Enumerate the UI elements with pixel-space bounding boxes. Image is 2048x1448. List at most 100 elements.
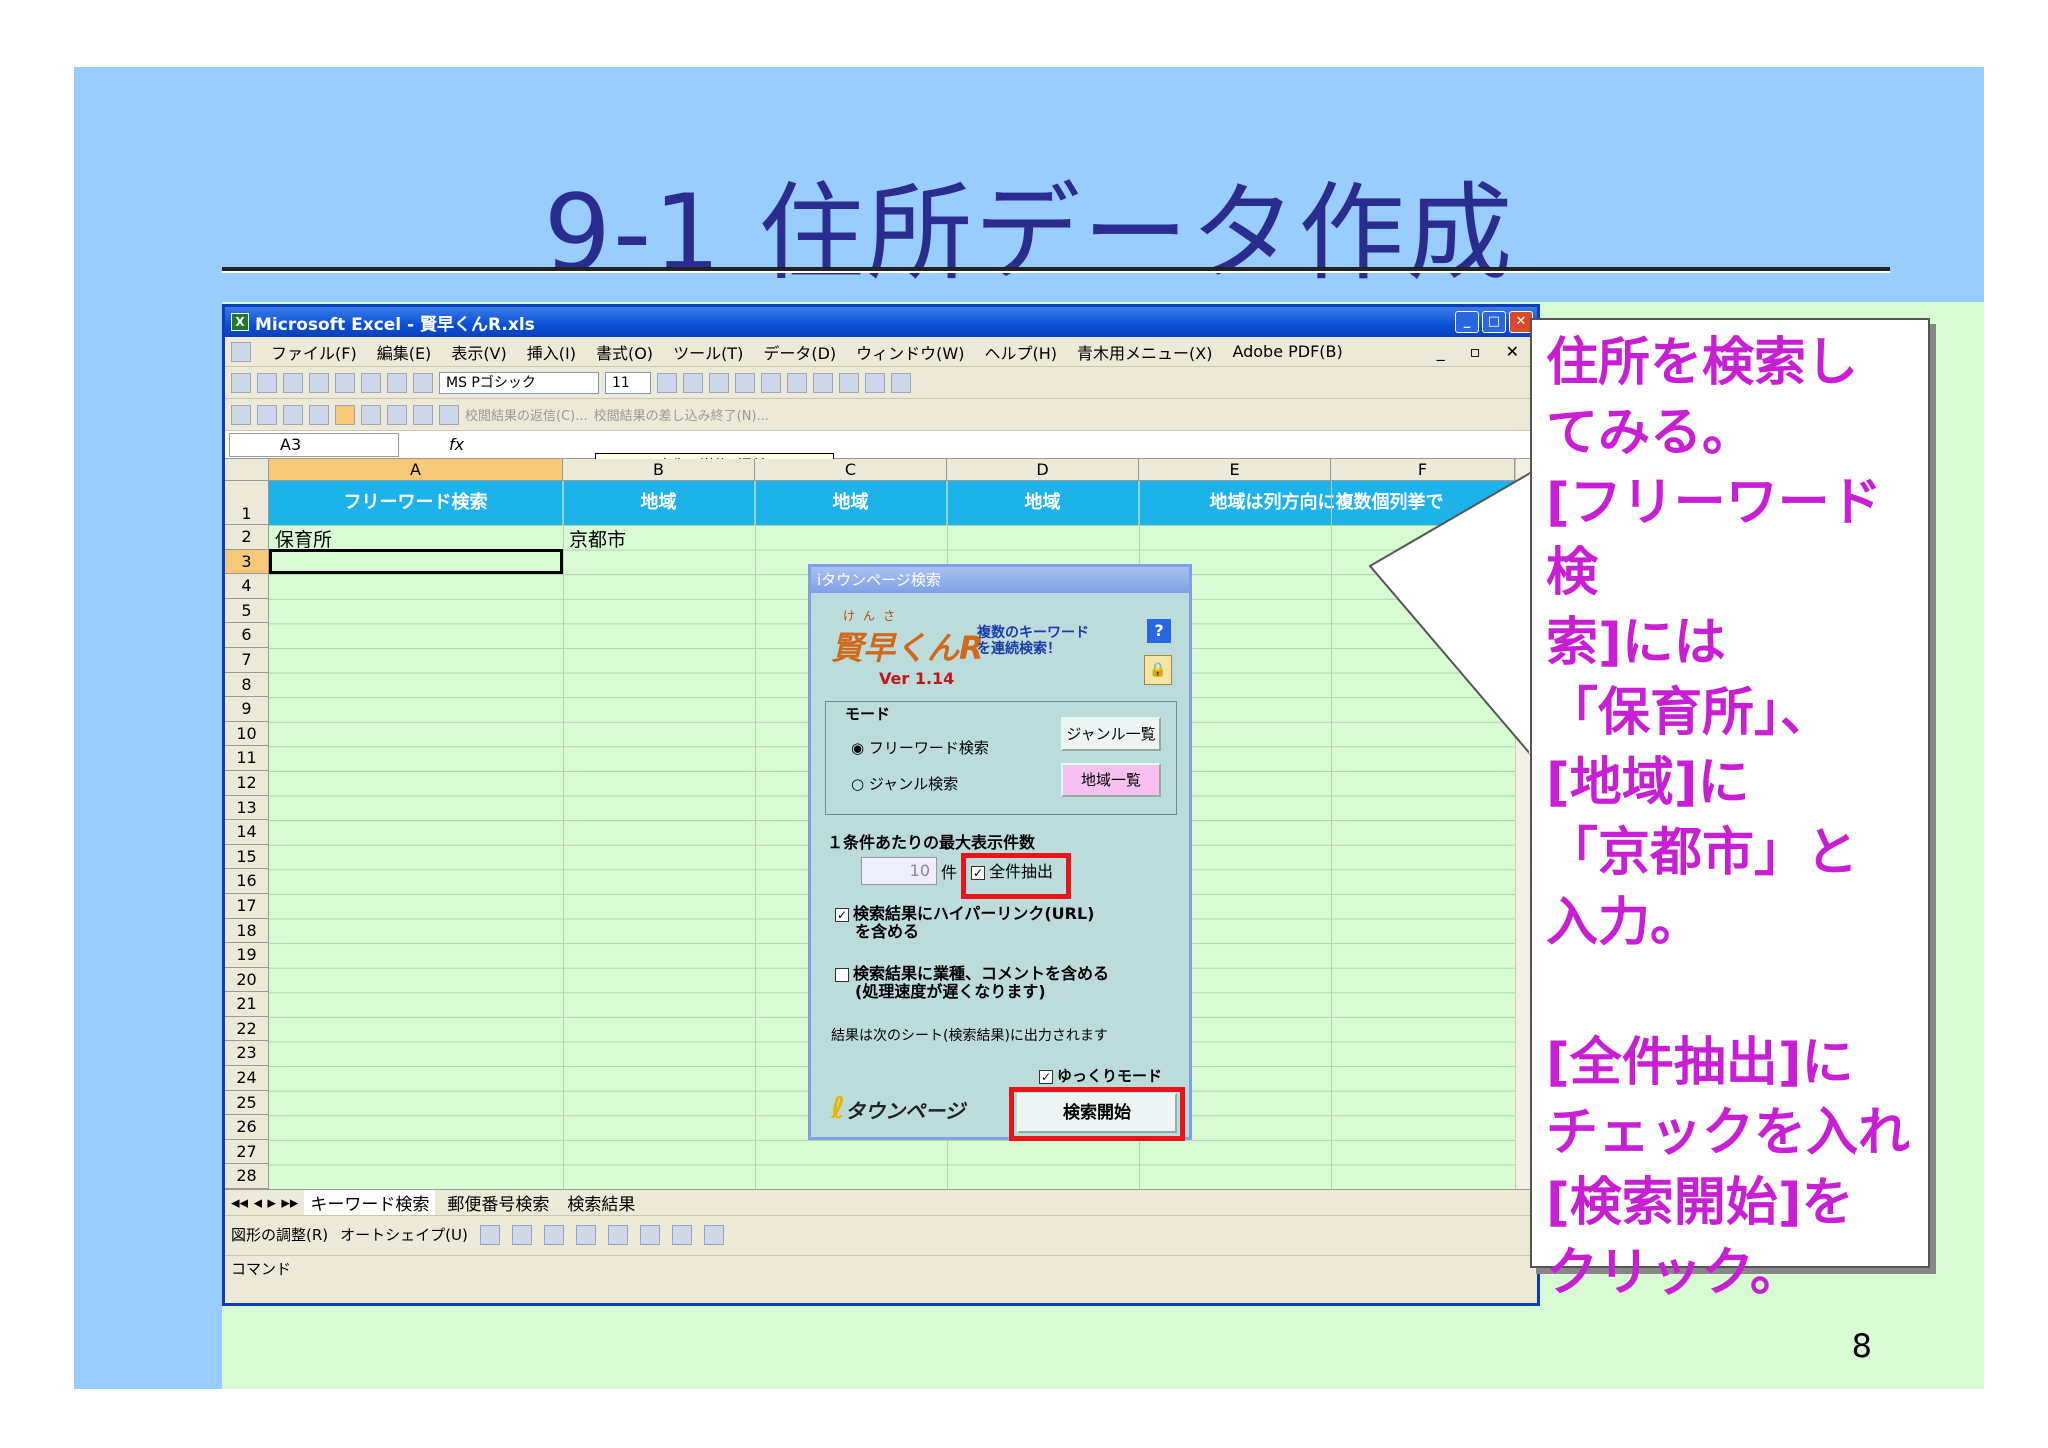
row-header[interactable]: 11 xyxy=(225,746,269,771)
row-header[interactable]: 9 xyxy=(225,697,269,722)
sheet-nav-icons[interactable]: ◂◂ ◂ ▸ ▸▸ xyxy=(231,1193,298,1213)
menu-adobe-pdf[interactable]: Adobe PDF(B) xyxy=(1232,342,1342,361)
corner-cell[interactable] xyxy=(225,459,269,480)
row-header[interactable]: 15 xyxy=(225,844,269,870)
mdi-controls[interactable]: _ ▫ ✕ xyxy=(1437,342,1529,361)
row-header[interactable]: 22 xyxy=(225,1016,269,1042)
header-cell-a1[interactable]: フリーワード検索 xyxy=(269,481,563,525)
sheet-tab-keyword[interactable]: キーワード検索 xyxy=(304,1189,436,1216)
row-header[interactable]: 24 xyxy=(225,1066,269,1091)
row-header[interactable]: 12 xyxy=(225,770,269,796)
header-cell-b1[interactable]: 地域 xyxy=(563,481,755,525)
save-icon[interactable] xyxy=(283,372,303,393)
autoshape-button[interactable]: オートシェイプ(U) xyxy=(340,1224,468,1245)
active-cell-a3[interactable] xyxy=(269,549,563,574)
sum-icon[interactable] xyxy=(387,372,407,393)
row-header[interactable]: 14 xyxy=(225,820,269,845)
align-right-icon[interactable] xyxy=(787,372,807,393)
end-review-button[interactable]: 校閲結果の差し込み終了(N)... xyxy=(594,405,769,424)
row-header[interactable]: 3 xyxy=(225,549,269,575)
column-header-b[interactable]: B xyxy=(563,459,755,480)
row-header[interactable]: 1 xyxy=(225,481,269,525)
menu-view[interactable]: 表示(V) xyxy=(451,340,506,364)
review-icon-1[interactable] xyxy=(231,404,251,425)
row-header[interactable]: 2 xyxy=(225,525,269,550)
radio-free-word[interactable]: ◉ フリーワード検索 xyxy=(851,737,989,758)
row-header[interactable]: 8 xyxy=(225,672,269,698)
rectangle-icon[interactable] xyxy=(543,1224,564,1245)
menu-help[interactable]: ヘルプ(H) xyxy=(984,340,1057,364)
row-header[interactable]: 19 xyxy=(225,943,269,968)
area-list-button[interactable]: 地域一覧 xyxy=(1061,763,1161,797)
print-icon[interactable] xyxy=(309,372,329,393)
row-header[interactable]: 23 xyxy=(225,1041,269,1067)
reply-review-button[interactable]: 校閲結果の返信(C)... xyxy=(465,405,588,424)
review-icon-6[interactable] xyxy=(387,404,407,425)
help-icon[interactable] xyxy=(413,372,433,393)
font-name-select[interactable]: MS Pゴシック xyxy=(439,371,599,394)
menu-tools[interactable]: ツール(T) xyxy=(673,340,743,364)
draw-menu-button[interactable]: 図形の調整(R) xyxy=(231,1224,328,1245)
max-results-input[interactable]: 10 xyxy=(861,857,937,885)
menu-insert[interactable]: 挿入(I) xyxy=(527,340,576,364)
fill-icon[interactable] xyxy=(639,1224,660,1245)
send-mail-icon[interactable] xyxy=(439,404,459,425)
borders-icon[interactable] xyxy=(839,372,859,393)
paste-icon[interactable] xyxy=(335,372,355,393)
review-icon-4[interactable] xyxy=(309,404,329,425)
undo-icon[interactable] xyxy=(361,372,381,393)
merge-icon[interactable] xyxy=(813,372,833,393)
row-header[interactable]: 18 xyxy=(225,918,269,944)
menu-aoki[interactable]: 青木用メニュー(X) xyxy=(1077,340,1212,364)
cell-b2[interactable]: 京都市 xyxy=(569,525,626,552)
menu-data[interactable]: データ(D) xyxy=(763,340,836,364)
row-header[interactable]: 25 xyxy=(225,1090,269,1116)
arrow-icon[interactable] xyxy=(511,1224,532,1245)
menu-format[interactable]: 書式(O) xyxy=(596,340,653,364)
comment-checkbox[interactable]: 検索結果に業種、コメントを含める (処理速度が遅くなります) xyxy=(835,965,1109,1001)
help-icon[interactable]: ? xyxy=(1147,619,1171,643)
line-icon[interactable] xyxy=(479,1224,500,1245)
open-icon[interactable] xyxy=(257,372,277,393)
row-header[interactable]: 21 xyxy=(225,992,269,1017)
maximize-icon[interactable]: □ xyxy=(1482,311,1506,333)
header-cell-c1[interactable]: 地域 xyxy=(755,481,947,525)
row-header[interactable]: 27 xyxy=(225,1139,269,1165)
row-header[interactable]: 26 xyxy=(225,1115,269,1140)
row-header[interactable]: 7 xyxy=(225,647,269,673)
row-header[interactable]: 17 xyxy=(225,893,269,919)
menu-file[interactable]: ファイル(F) xyxy=(271,340,357,364)
column-header-a[interactable]: A xyxy=(269,459,563,480)
review-icon-5[interactable] xyxy=(361,404,381,425)
oval-icon[interactable] xyxy=(575,1224,596,1245)
fill-color-icon[interactable] xyxy=(865,372,885,393)
review-icon-2[interactable] xyxy=(257,404,277,425)
fx-icon[interactable]: fx xyxy=(449,435,464,454)
radio-genre[interactable]: ○ ジャンル検索 xyxy=(851,773,958,794)
row-header[interactable]: 4 xyxy=(225,574,269,599)
minimize-icon[interactable]: _ xyxy=(1455,311,1479,333)
italic-icon[interactable] xyxy=(683,372,703,393)
sheet-tab-results[interactable]: 検索結果 xyxy=(561,1190,642,1216)
column-header-e[interactable]: E xyxy=(1139,459,1331,480)
hyperlink-checkbox[interactable]: ✓ 検索結果にハイパーリンク(URL) を含める xyxy=(835,905,1095,941)
row-header[interactable]: 10 xyxy=(225,721,269,747)
column-header-c[interactable]: C xyxy=(755,459,947,480)
row-header[interactable]: 28 xyxy=(225,1164,269,1189)
cell-a2[interactable]: 保育所 xyxy=(275,525,332,552)
lock-icon[interactable]: 🔒 xyxy=(1144,655,1172,685)
bold-icon[interactable] xyxy=(657,372,677,393)
workbook-icon[interactable] xyxy=(231,341,251,362)
new-icon[interactable] xyxy=(231,372,251,393)
row-header[interactable]: 20 xyxy=(225,967,269,993)
text-color-icon[interactable] xyxy=(703,1224,724,1245)
underline-icon[interactable] xyxy=(709,372,729,393)
align-center-icon[interactable] xyxy=(761,372,781,393)
row-header[interactable]: 6 xyxy=(225,623,269,648)
genre-list-button[interactable]: ジャンル一覧 xyxy=(1061,717,1161,751)
highlight-icon[interactable] xyxy=(335,404,355,425)
textbox-icon[interactable] xyxy=(607,1224,628,1245)
column-header-d[interactable]: D xyxy=(947,459,1139,480)
row-header[interactable]: 5 xyxy=(225,598,269,624)
row-header[interactable]: 16 xyxy=(225,869,269,894)
